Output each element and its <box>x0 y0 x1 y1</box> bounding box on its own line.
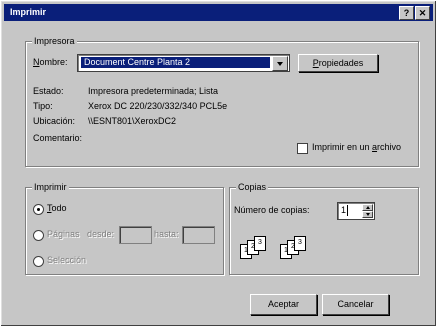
print-to-file-text-2: rchivo <box>377 142 402 152</box>
from-label: desde: <box>87 229 115 239</box>
increment-icon[interactable] <box>362 204 373 211</box>
copies-stepper[interactable]: 1 <box>337 202 375 220</box>
to-label: hasta: <box>154 229 179 239</box>
location-value: \\ESNT801\XeroxDC2 <box>88 116 177 126</box>
printer-name-label: Nombre: <box>33 57 68 68</box>
printer-select[interactable]: Document Centre Planta 2 <box>77 54 290 72</box>
copies-value: 1 <box>341 205 347 215</box>
print-to-file-checkbox[interactable] <box>297 143 308 154</box>
all-label[interactable]: Todo <box>47 203 67 214</box>
comment-label: Comentario: <box>33 133 83 143</box>
stepper-buttons <box>362 204 373 218</box>
to-page-input[interactable] <box>182 226 215 244</box>
state-value: Impresora predeterminada; Lista <box>88 86 219 96</box>
type-value: Xerox DC 220/230/332/340 PCL5e <box>88 101 228 111</box>
all-text: odo <box>51 203 67 213</box>
pages-label[interactable]: Páginas <box>47 229 80 240</box>
close-button[interactable]: ✕ <box>415 6 430 20</box>
ok-button[interactable]: Aceptar <box>250 294 317 315</box>
properties-label: ropiedades <box>318 58 364 68</box>
help-button[interactable]: ? <box>399 6 414 20</box>
pages-radio[interactable] <box>33 230 44 241</box>
text-cursor <box>347 205 348 216</box>
print-range-legend: Imprimir <box>32 182 69 193</box>
name-label-text: ombre: <box>39 57 68 67</box>
cancel-button[interactable]: Cancelar <box>322 294 389 315</box>
title-bar[interactable]: Imprimir ? ✕ <box>4 4 433 21</box>
type-label: Tipo: <box>33 101 53 111</box>
selection-label[interactable]: Selección <box>47 255 86 266</box>
print-to-file-text-1: Imprimir en un <box>312 142 373 152</box>
copies-group: Copias <box>229 182 419 275</box>
print-to-file-label[interactable]: Imprimir en un archivo <box>312 142 401 153</box>
num-copies-label: Número de copias: <box>234 205 310 215</box>
chevron-down-icon[interactable] <box>272 56 288 71</box>
printer-legend: Impresora <box>32 36 77 47</box>
state-label: Estado: <box>33 86 64 96</box>
window-title: Imprimir <box>10 7 47 17</box>
printer-select-value: Document Centre Planta 2 <box>81 57 270 68</box>
page-icon: 3 <box>254 236 266 251</box>
copies-legend: Copias <box>236 182 269 193</box>
print-dialog: Imprimir ? ✕ Impresora Nombre: Document … <box>0 0 437 327</box>
all-radio[interactable] <box>33 204 44 215</box>
location-label: Ubicación: <box>33 116 76 126</box>
decrement-icon[interactable] <box>362 211 373 218</box>
selection-radio[interactable] <box>33 256 44 267</box>
from-page-input[interactable] <box>119 226 152 244</box>
page-icon: 3 <box>294 236 306 251</box>
properties-button[interactable]: Propiedades <box>298 54 378 72</box>
